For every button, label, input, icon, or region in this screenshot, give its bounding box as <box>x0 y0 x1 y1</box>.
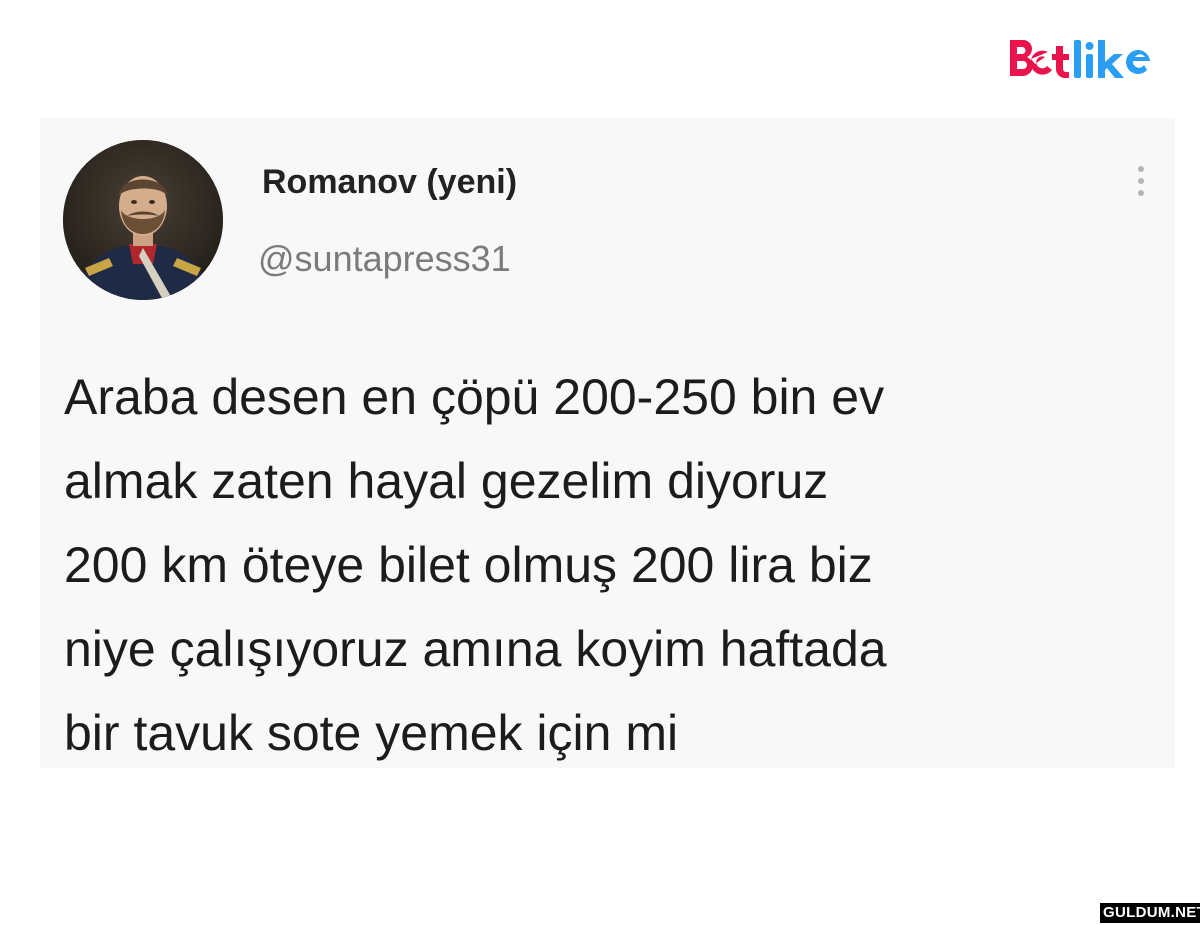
tweet-text-line: niye çalışıyoruz amına koyim haftada <box>64 621 887 677</box>
betlike-logo <box>1010 40 1150 78</box>
tweet-text-line: almak zaten hayal gezelim diyoruz <box>64 453 829 509</box>
tweet-text: Araba desen en çöpü 200-250 bin ev almak… <box>64 355 1164 775</box>
portrait-avatar[interactable] <box>63 140 223 300</box>
vertical-dots-icon[interactable] <box>1125 162 1157 210</box>
tweet-text-line: 200 km öteye bilet olmuş 200 lira biz <box>64 537 873 593</box>
tweet-text-line: bir tavuk sote yemek için mi <box>64 705 679 761</box>
author-handle[interactable]: @suntapress31 <box>258 238 511 280</box>
author-display-name[interactable]: Romanov (yeni) <box>262 163 517 202</box>
guldum-watermark: GULDUM.NET <box>1100 903 1200 923</box>
tweet-text-line: Araba desen en çöpü 200-250 bin ev <box>64 369 885 425</box>
